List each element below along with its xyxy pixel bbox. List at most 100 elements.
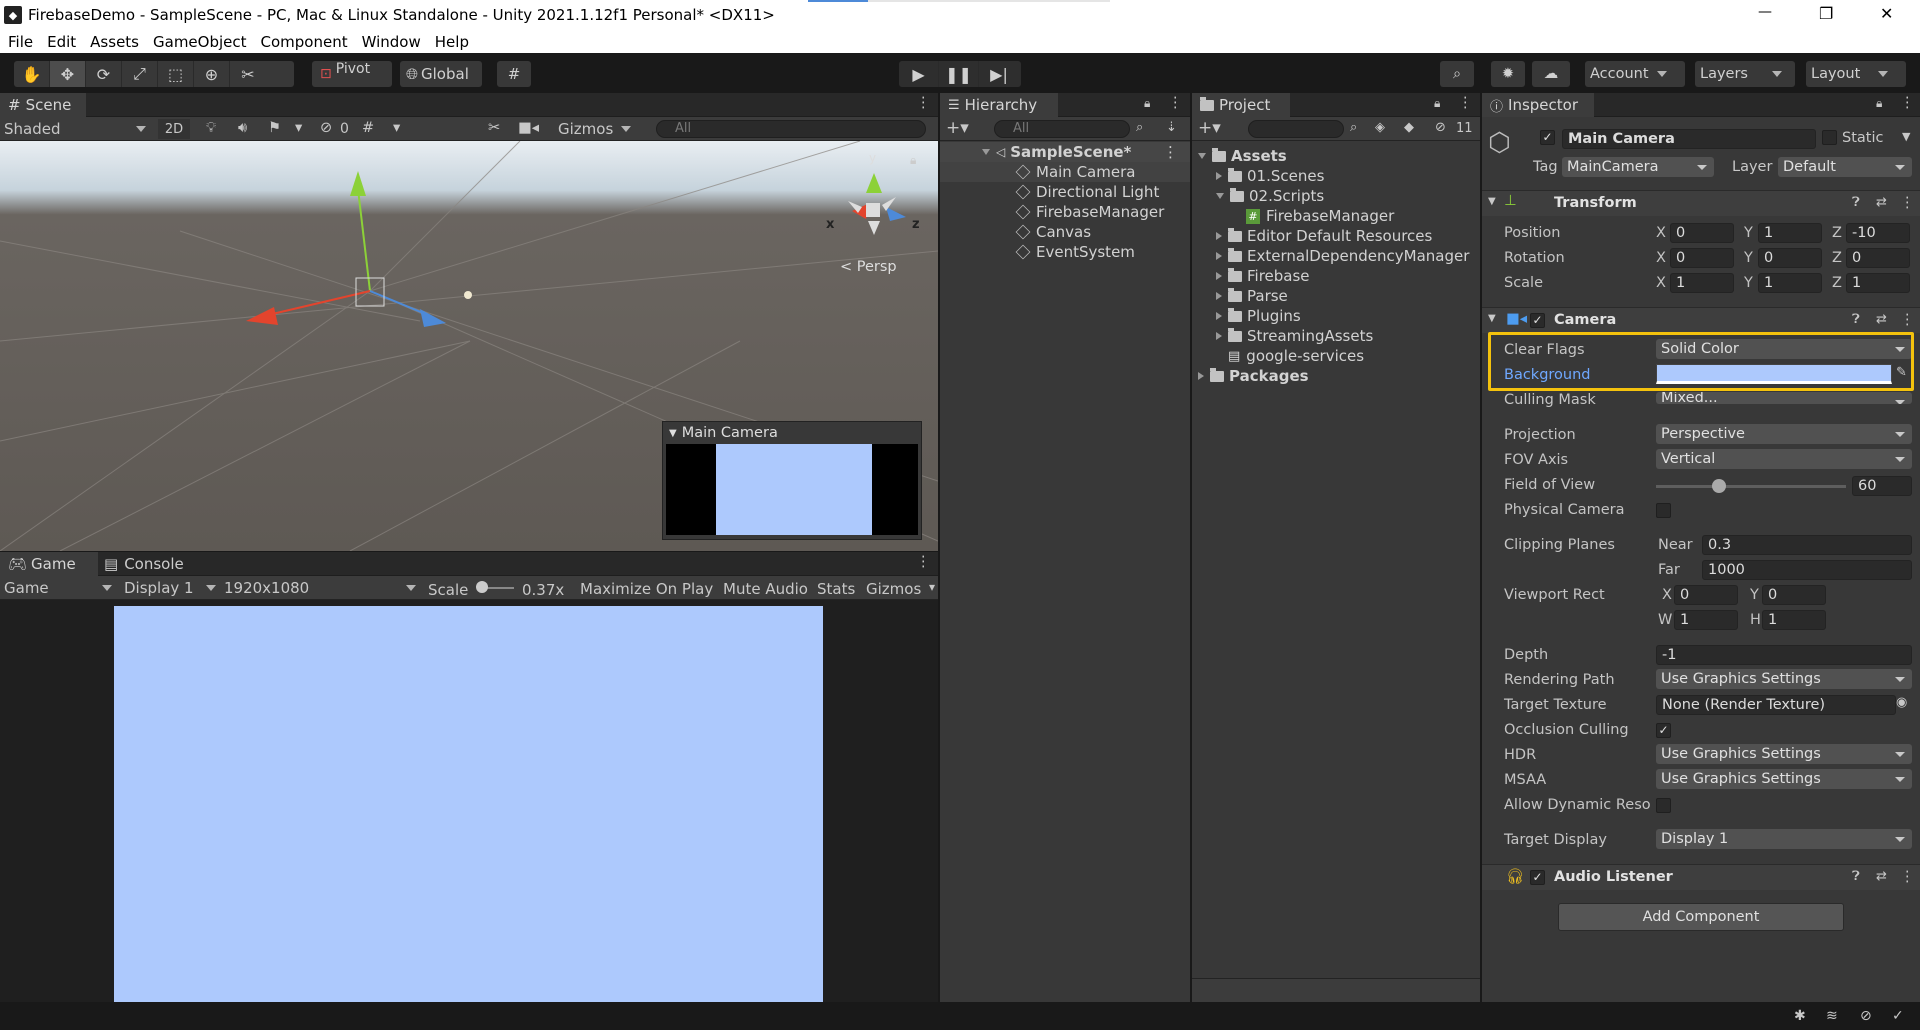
effects-dropdown-icon[interactable]: ▾ xyxy=(295,120,302,136)
maximize-on-play-button[interactable]: Maximize On Play xyxy=(580,580,713,598)
static-checkbox[interactable] xyxy=(1822,130,1837,145)
project-item[interactable]: # FirebaseManager xyxy=(1192,206,1480,226)
inspector-lock-icon[interactable]: 🔒︎ xyxy=(1876,96,1882,111)
move-tool-icon[interactable]: ✥ xyxy=(50,61,86,87)
hierarchy-search-input[interactable]: All xyxy=(994,120,1130,138)
fov-value-field[interactable]: 60 xyxy=(1852,476,1912,496)
display-dropdown[interactable]: Display 1 xyxy=(124,579,216,597)
object-name-field[interactable]: Main Camera xyxy=(1562,129,1816,149)
expand-arrow-icon[interactable] xyxy=(1216,292,1222,300)
project-item[interactable]: ExternalDependencyManager xyxy=(1192,246,1480,266)
vp-y-field[interactable]: 0 xyxy=(1762,585,1826,605)
scene-search-input[interactable]: All xyxy=(656,120,926,138)
target-texture-field[interactable]: None (Render Texture) xyxy=(1656,695,1896,715)
mute-audio-button[interactable]: Mute Audio xyxy=(723,580,808,598)
camera-foldout-icon[interactable]: ▼ xyxy=(1488,313,1496,324)
help-icon[interactable]: ❓︎ xyxy=(1852,195,1860,210)
scene-viewport[interactable]: y x z 🔒︎ < Persp ▼ Main Camera xyxy=(0,141,938,551)
layers-dropdown[interactable]: Layers xyxy=(1695,61,1795,87)
play-button[interactable]: ▶ xyxy=(899,61,939,87)
hierarchy-item[interactable]: FirebaseManager xyxy=(940,202,1190,222)
rotate-tool-icon[interactable]: ⟳ xyxy=(86,61,122,87)
tag-dropdown[interactable]: MainCamera xyxy=(1562,157,1714,177)
rotation-x-field[interactable]: 0 xyxy=(1670,248,1734,268)
project-search-options-icon[interactable]: ⌕ xyxy=(1350,120,1357,135)
hierarchy-item[interactable]: Main Camera xyxy=(940,162,1190,182)
camera-enabled-checkbox[interactable]: ✓ xyxy=(1530,313,1545,328)
menu-gameobject[interactable]: GameObject xyxy=(153,33,247,51)
fov-axis-dropdown[interactable]: Vertical xyxy=(1656,449,1912,469)
fov-slider-track[interactable] xyxy=(1656,485,1846,488)
depth-field[interactable]: -1 xyxy=(1656,645,1912,665)
active-checkbox[interactable]: ✓ xyxy=(1540,130,1555,145)
object-picker-icon[interactable]: ◉ xyxy=(1896,695,1907,710)
filter-type-icon[interactable]: ◈ xyxy=(1375,120,1385,135)
menu-component[interactable]: Component xyxy=(261,33,348,51)
audio-menu-icon[interactable]: ⋮ xyxy=(1900,869,1915,885)
physical-camera-checkbox[interactable] xyxy=(1656,503,1671,518)
transform-header[interactable]: ▼ ⊥ Transform ❓︎ ⇄ ⋮ xyxy=(1482,190,1920,216)
near-field[interactable]: 0.3 xyxy=(1702,535,1912,555)
progress-check-icon[interactable]: ✓ xyxy=(1892,1008,1904,1024)
camera-preset-icon[interactable]: ⇄ xyxy=(1876,312,1887,327)
minimize-button[interactable]: — xyxy=(1758,4,1772,20)
position-x-field[interactable]: 0 xyxy=(1670,223,1734,243)
effects-icon[interactable]: ⚑ xyxy=(268,120,281,136)
account-dropdown[interactable]: Account xyxy=(1585,61,1685,87)
scale-slider-thumb[interactable] xyxy=(476,581,488,593)
vp-h-field[interactable]: 1 xyxy=(1762,610,1826,630)
tab-inspector[interactable]: ⓘ Inspector xyxy=(1482,93,1594,117)
layers-status-icon[interactable]: ≋ xyxy=(1826,1008,1838,1024)
lock-icon[interactable]: 🔒︎ xyxy=(910,153,916,168)
scene-expand-icon[interactable] xyxy=(982,149,990,155)
scale-x-field[interactable]: 1 xyxy=(1670,273,1734,293)
add-component-button[interactable]: Add Component xyxy=(1558,903,1844,931)
dynamic-resolution-checkbox[interactable] xyxy=(1656,798,1671,813)
game-mode-dropdown[interactable]: Game xyxy=(4,579,112,597)
scene-menu-icon[interactable]: ⋮ xyxy=(916,95,931,111)
project-hidden-icon[interactable]: ⊘ xyxy=(1435,120,1446,135)
persp-label[interactable]: < Persp xyxy=(840,259,897,275)
hierarchy-add-button[interactable]: +▾ xyxy=(946,118,969,138)
preview-collapse-icon[interactable]: ▼ xyxy=(669,428,677,439)
expand-arrow-icon[interactable] xyxy=(1216,172,1222,180)
global-toggle[interactable]: 🌐︎ Global xyxy=(400,61,482,87)
vp-x-field[interactable]: 0 xyxy=(1674,585,1738,605)
project-lock-icon[interactable]: 🔒︎ xyxy=(1434,96,1440,111)
expand-arrow-icon[interactable] xyxy=(1216,272,1222,280)
cloud-button[interactable]: ☁ xyxy=(1532,61,1570,87)
hdr-dropdown[interactable]: Use Graphics Settings xyxy=(1656,744,1912,764)
vp-w-field[interactable]: 1 xyxy=(1674,610,1738,630)
hidden-objects-icon[interactable]: ⊘ xyxy=(320,120,332,136)
tools-icon[interactable]: ✂ xyxy=(488,120,500,136)
project-item[interactable]: Firebase xyxy=(1192,266,1480,286)
grid-snap-button[interactable]: # xyxy=(497,61,531,87)
project-root-assets[interactable]: Assets xyxy=(1192,146,1480,166)
static-dropdown-icon[interactable]: ▼ xyxy=(1902,130,1910,143)
maximize-button[interactable]: ❐ xyxy=(1819,4,1833,23)
project-item[interactable]: Plugins xyxy=(1192,306,1480,326)
position-y-field[interactable]: 1 xyxy=(1758,223,1822,243)
project-item[interactable]: StreamingAssets xyxy=(1192,326,1480,346)
msaa-dropdown[interactable]: Use Graphics Settings xyxy=(1656,769,1912,789)
transform-foldout-icon[interactable]: ▼ xyxy=(1488,196,1496,207)
tab-scene[interactable]: # Scene xyxy=(0,93,86,117)
tab-hierarchy[interactable]: ☰ Hierarchy xyxy=(940,93,1058,117)
project-item[interactable]: 02.Scripts xyxy=(1192,186,1480,206)
custom-tool-icon[interactable]: ✂ xyxy=(230,61,266,87)
layout-dropdown[interactable]: Layout xyxy=(1806,61,1906,87)
stats-button[interactable]: Stats xyxy=(817,580,855,598)
search-button[interactable]: ⌕ xyxy=(1440,61,1474,87)
rendering-path-dropdown[interactable]: Use Graphics Settings xyxy=(1656,669,1912,689)
tab-console[interactable]: ▤ Console xyxy=(104,552,184,576)
menu-help[interactable]: Help xyxy=(435,33,469,51)
project-root-packages[interactable]: Packages xyxy=(1192,366,1480,386)
audio-preset-icon[interactable]: ⇄ xyxy=(1876,869,1887,884)
audio-listener-checkbox[interactable]: ✓ xyxy=(1530,870,1545,885)
hierarchy-item[interactable]: Directional Light xyxy=(940,182,1190,202)
scene-row[interactable]: ◁ SampleScene* ⋮ xyxy=(940,142,1190,162)
scene-options-icon[interactable]: ⋮ xyxy=(1163,143,1178,161)
target-display-dropdown[interactable]: Display 1 xyxy=(1656,829,1912,849)
game-gizmos-button[interactable]: Gizmos xyxy=(866,580,921,598)
project-item[interactable]: ▤ google-services xyxy=(1192,346,1480,366)
